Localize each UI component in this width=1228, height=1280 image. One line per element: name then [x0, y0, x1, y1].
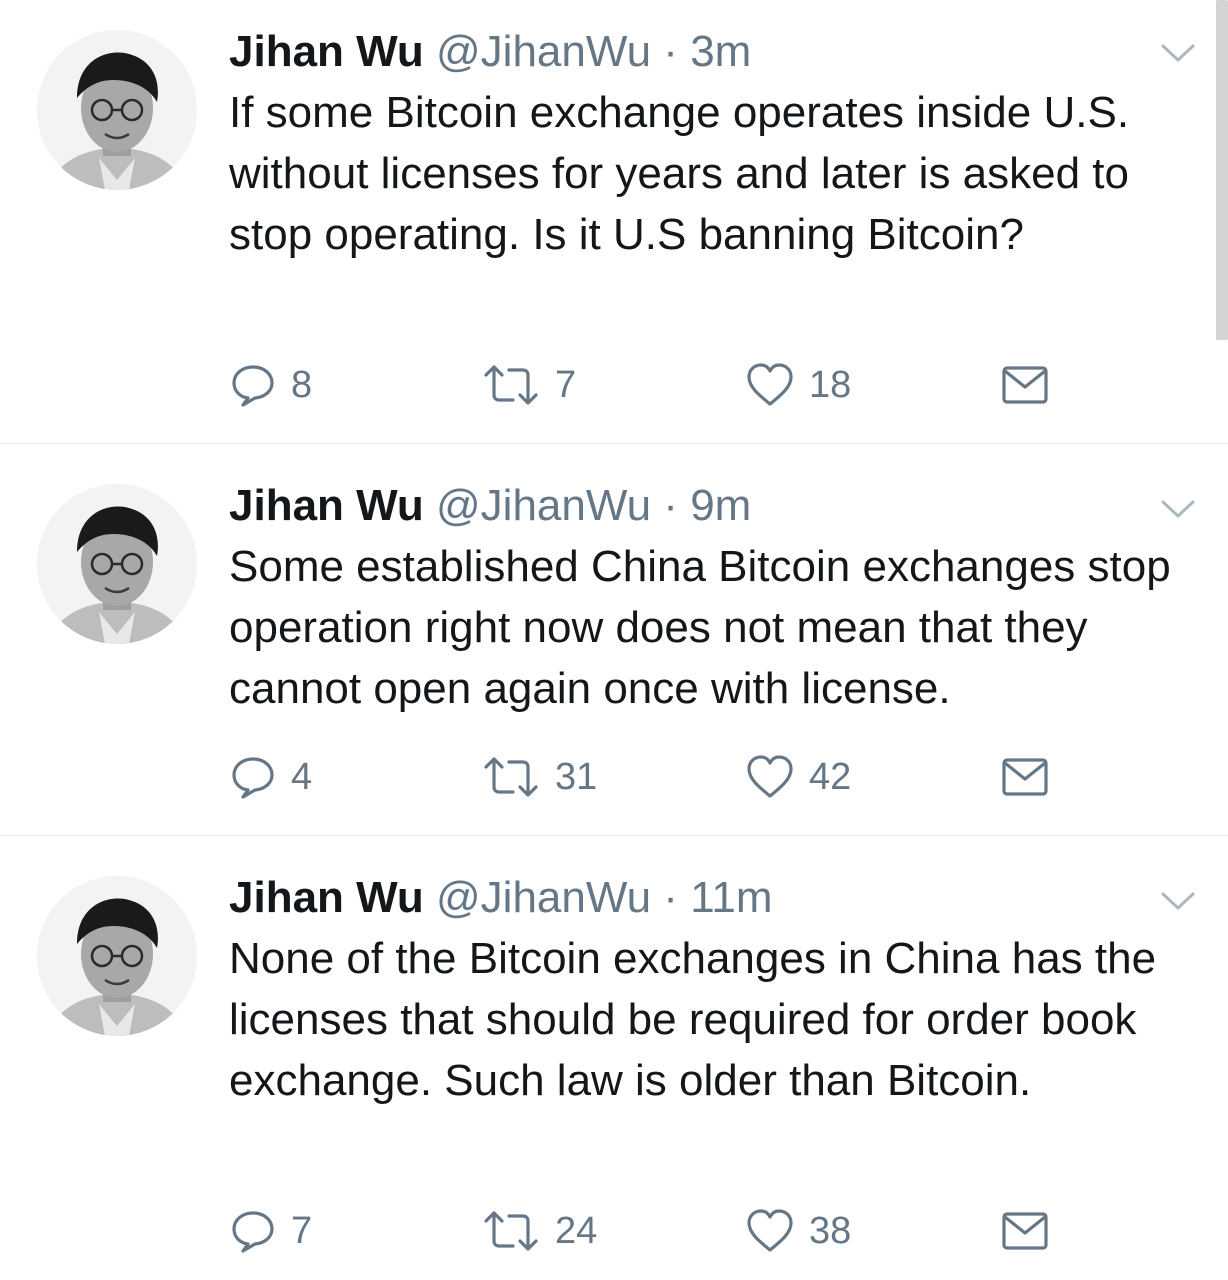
tweet-text: None of the Bitcoin exchanges in China h…	[229, 934, 1157, 1105]
chevron-down-icon[interactable]	[1160, 42, 1196, 64]
envelope-icon	[1002, 366, 1048, 404]
author-name[interactable]: Jihan Wu	[229, 873, 424, 922]
reply-count: 7	[291, 1210, 313, 1252]
reply-button[interactable]: 7	[229, 1206, 312, 1256]
like-button[interactable]: 38	[745, 1206, 851, 1256]
tweet-text: If some Bitcoin exchange operates inside…	[229, 88, 1130, 259]
envelope-icon	[1002, 758, 1048, 796]
author-name[interactable]: Jihan Wu	[229, 481, 424, 530]
tweet-actions: 7 24 38	[229, 1206, 1089, 1256]
reply-bubble-icon	[232, 365, 274, 407]
reply-count: 8	[291, 364, 313, 406]
reply-bubble-icon	[232, 757, 274, 799]
avatar[interactable]	[37, 30, 197, 190]
reply-button[interactable]: 4	[229, 752, 312, 802]
separator-dot: ·	[663, 873, 678, 922]
like-count: 38	[809, 1210, 852, 1252]
like-button[interactable]: 18	[745, 360, 851, 410]
tweet-time[interactable]: 9m	[690, 481, 751, 530]
separator-dot: ·	[663, 27, 678, 76]
tweet[interactable]: Jihan Wu @JihanWu · 9m Some established …	[0, 444, 1228, 835]
chevron-down-icon[interactable]	[1160, 890, 1196, 912]
chevron-down-icon[interactable]	[1160, 498, 1196, 520]
retweet-count: 31	[555, 756, 598, 798]
tweet[interactable]: Jihan Wu @JihanWu · 11m None of the Bitc…	[0, 836, 1228, 1280]
direct-message-button[interactable]	[1001, 752, 1049, 802]
tweet-feed: Jihan Wu @JihanWu · 3m If some Bitcoin e…	[0, 0, 1228, 1280]
envelope-icon	[1002, 1212, 1048, 1250]
retweet-button[interactable]: 31	[481, 752, 597, 802]
tweet-text: Some established China Bitcoin exchanges…	[229, 542, 1171, 713]
tweet-header: Jihan Wu @JihanWu · 11m	[229, 872, 773, 924]
heart-icon	[747, 1209, 793, 1252]
heart-icon	[747, 363, 793, 406]
heart-icon	[747, 755, 793, 798]
direct-message-button[interactable]	[1001, 1206, 1049, 1256]
direct-message-button[interactable]	[1001, 360, 1049, 410]
author-handle[interactable]: @JihanWu	[436, 481, 651, 530]
tweet-actions: 8 7 18	[229, 360, 1089, 410]
tweet-actions: 4 31 42	[229, 752, 1089, 802]
tweet-header: Jihan Wu @JihanWu · 9m	[229, 480, 751, 532]
author-handle[interactable]: @JihanWu	[436, 873, 651, 922]
separator-dot: ·	[663, 481, 678, 530]
retweet-count: 7	[555, 364, 577, 406]
tweet-time[interactable]: 3m	[690, 27, 751, 76]
retweet-icon	[484, 757, 538, 797]
reply-bubble-icon	[232, 1211, 274, 1253]
tweet-header: Jihan Wu @JihanWu · 3m	[229, 26, 751, 78]
author-name[interactable]: Jihan Wu	[229, 27, 424, 76]
author-handle[interactable]: @JihanWu	[436, 27, 651, 76]
tweet[interactable]: Jihan Wu @JihanWu · 3m If some Bitcoin e…	[0, 0, 1228, 443]
retweet-icon	[484, 365, 538, 405]
reply-button[interactable]: 8	[229, 360, 312, 410]
retweet-count: 24	[555, 1210, 598, 1252]
avatar[interactable]	[37, 484, 197, 644]
avatar[interactable]	[37, 876, 197, 1036]
like-count: 42	[809, 756, 852, 798]
like-count: 18	[809, 364, 852, 406]
like-button[interactable]: 42	[745, 752, 851, 802]
retweet-button[interactable]: 24	[481, 1206, 597, 1256]
retweet-button[interactable]: 7	[481, 360, 576, 410]
tweet-time[interactable]: 11m	[690, 873, 772, 922]
retweet-icon	[484, 1211, 538, 1251]
reply-count: 4	[291, 756, 313, 798]
